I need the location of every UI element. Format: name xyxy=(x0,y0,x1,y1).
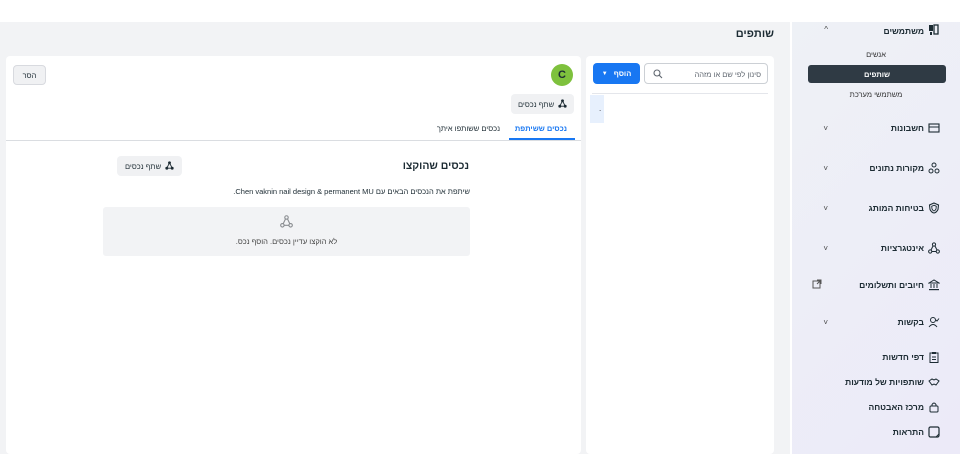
sidebar-subitem-system-users[interactable]: משתמשי מערכת xyxy=(792,90,960,99)
lock-icon xyxy=(928,401,940,413)
wallet-icon xyxy=(928,122,940,134)
sidebar-item-label: מרכז האבטחה xyxy=(868,402,924,412)
sidebar-item-notifications[interactable]: התראות xyxy=(792,424,960,440)
section-title: נכסים שהוקצו xyxy=(402,160,469,172)
chevron-down-icon[interactable]: ˅ xyxy=(823,164,828,173)
divider xyxy=(6,140,581,141)
person-check-icon xyxy=(928,316,940,328)
search-icon xyxy=(653,69,663,81)
sidebar-item-label: משתמשים xyxy=(883,26,924,36)
sidebar: משתמשים ^ אנשים שותפים משתמשי מערכת חשבו… xyxy=(792,22,960,454)
search-input[interactable]: סינון לפי שם או מזהה xyxy=(644,63,768,84)
chevron-down-icon[interactable]: ˅ xyxy=(823,244,828,253)
chevron-down-icon[interactable]: ˅ xyxy=(823,204,828,213)
sidebar-item-label: חיובים ותשלומים xyxy=(859,280,924,290)
sidebar-item-label: התראות xyxy=(892,427,924,437)
page-title: שותפים xyxy=(735,28,774,40)
sidebar-item-label: דפי חדשות xyxy=(882,352,924,362)
share-assets-button[interactable]: שתף נכסים xyxy=(511,94,574,114)
add-button[interactable]: הוסף ▼ xyxy=(593,63,640,84)
share-assets-button[interactable]: שתף נכסים xyxy=(117,156,182,176)
sidebar-item-integrations[interactable]: אינטגרציות ˅ xyxy=(792,240,960,256)
shield-icon xyxy=(928,202,940,214)
sidebar-item-label: שותפויות של מודעות xyxy=(845,377,924,387)
sidebar-subitem-partners[interactable]: שותפים xyxy=(808,65,946,83)
empty-state-text: לא הוקצו עדיין נכסים. הוסף נכס. xyxy=(235,237,338,246)
sidebar-item-label: אינטגרציות xyxy=(880,243,924,253)
sidebar-item-accounts[interactable]: חשבונות ˅ xyxy=(792,120,960,136)
chevron-down-icon[interactable]: ˅ xyxy=(823,124,828,133)
notification-icon xyxy=(928,426,940,438)
sidebar-item-ad-partnerships[interactable]: שותפויות של מודעות xyxy=(792,374,960,390)
sidebar-item-label: בקשות xyxy=(897,317,924,327)
partners-list-panel xyxy=(586,56,774,454)
search-placeholder: סינון לפי שם או מזהה xyxy=(694,70,761,79)
share-assets-label: שתף נכסים xyxy=(124,161,162,171)
external-link-icon[interactable] xyxy=(812,279,822,291)
list-item-text: . xyxy=(599,104,602,113)
users-icon xyxy=(928,24,940,36)
chevron-up-icon[interactable]: ^ xyxy=(824,25,828,34)
assets-icon xyxy=(280,215,293,230)
sidebar-item-requests[interactable]: בקשות ˅ xyxy=(792,314,960,330)
tab-assets-shared-with-you[interactable]: נכסים ששותפו איתך xyxy=(437,124,500,133)
caret-down-icon: ▼ xyxy=(601,70,608,77)
sidebar-item-billing[interactable]: חיובים ותשלומים xyxy=(792,277,960,293)
sidebar-item-label: בטיחות המותג xyxy=(868,203,924,213)
list-item[interactable] xyxy=(590,95,604,123)
clipboard-icon xyxy=(928,351,940,363)
share-assets-label: שתף נכסים xyxy=(517,99,555,109)
integrations-icon xyxy=(928,242,940,254)
handshake-icon xyxy=(928,376,940,388)
sidebar-item-news-pages[interactable]: דפי חדשות xyxy=(792,349,960,365)
data-sources-icon xyxy=(928,162,940,174)
add-button-label: הוסף xyxy=(613,69,632,78)
remove-button[interactable]: הסר xyxy=(13,65,46,85)
sidebar-item-users[interactable]: משתמשים ^ xyxy=(792,22,960,40)
sidebar-item-data-sources[interactable]: מקורות נתונים ˅ xyxy=(792,160,960,176)
sidebar-item-security-center[interactable]: מרכז האבטחה xyxy=(792,399,960,415)
chevron-down-icon[interactable]: ˅ xyxy=(823,318,828,327)
sidebar-item-brand-safety[interactable]: בטיחות המותג ˅ xyxy=(792,200,960,216)
sidebar-item-label: מקורות נתונים xyxy=(869,163,924,173)
share-assets-icon xyxy=(165,160,174,172)
bank-icon xyxy=(928,279,940,291)
share-assets-icon xyxy=(558,98,567,110)
sidebar-subitem-people[interactable]: אנשים xyxy=(792,50,960,59)
tab-shared-assets[interactable]: נכסים ששיתפת xyxy=(515,124,567,133)
avatar: C xyxy=(551,64,573,86)
sidebar-item-label: חשבונות xyxy=(890,123,924,133)
divider xyxy=(592,93,768,94)
section-description: שיתפת את הנכסים הבאים עם Chen vaknin nai… xyxy=(233,187,470,196)
